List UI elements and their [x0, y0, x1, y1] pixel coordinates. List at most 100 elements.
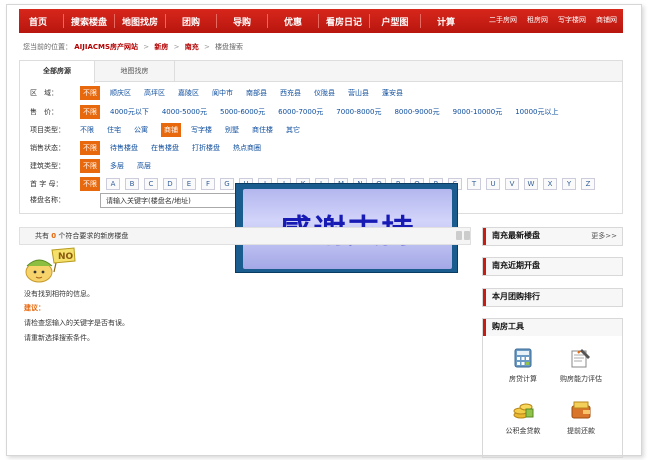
filter-option[interactable]: 嘉陵区 — [178, 88, 199, 98]
letter-option[interactable]: B — [125, 178, 139, 190]
breadcrumb-current: 楼盘搜索 — [215, 43, 244, 51]
filter-option[interactable]: 商住楼 — [252, 125, 273, 135]
filter-option[interactable]: 阆中市 — [212, 88, 233, 98]
sidebar-group-rank-title: 本月团购排行 — [483, 289, 622, 306]
no-result-mascot-icon: NO — [25, 247, 76, 283]
filter-option[interactable]: 在售楼盘 — [151, 143, 179, 153]
mascot-no-label: NO — [58, 252, 74, 262]
nav-item-5[interactable]: 优惠 — [274, 15, 312, 28]
filter-row-2: 项目类型： 不限 住宅 公寓 商铺 写字楼 别墅 商住楼 其它 — [20, 123, 313, 137]
filter-option[interactable]: 6000-7000元 — [278, 107, 323, 117]
filter-option[interactable]: 5000-6000元 — [220, 107, 265, 117]
letter-option[interactable]: A — [106, 178, 120, 190]
nav-item-4[interactable]: 导购 — [223, 15, 261, 28]
filter-option[interactable]: 别墅 — [225, 125, 239, 135]
letter-option[interactable]: W — [524, 178, 538, 190]
breadcrumb-newhouse-link[interactable]: 新房 — [154, 43, 168, 51]
filter-option[interactable]: 打折楼盘 — [192, 143, 220, 153]
filter-label: 区 域： — [30, 89, 58, 97]
filter-option[interactable]: 其它 — [286, 125, 300, 135]
sidebar-opening-box: 南充近期开盘 — [482, 257, 623, 276]
tip-1: 请检查您输入的关键字是否有误。 — [24, 319, 129, 327]
filter-option[interactable]: 不限 — [80, 159, 100, 173]
nav-item-8[interactable]: 计算 — [427, 15, 465, 28]
evaluation-icon — [571, 349, 590, 368]
sidebar-latest-box: 南充最新楼盘 更多>> — [482, 227, 623, 246]
filter-option[interactable]: 不限 — [80, 86, 100, 100]
letter-option[interactable]: V — [505, 178, 519, 190]
nav-right-link-3[interactable]: 商铺网 — [596, 15, 617, 25]
filter-option[interactable]: 蓬安县 — [382, 88, 403, 98]
letter-option[interactable]: F — [201, 178, 215, 190]
letter-option[interactable]: Y — [562, 178, 576, 190]
nav-right-link-2[interactable]: 写字楼网 — [558, 15, 586, 25]
filter-option[interactable]: 7000-8000元 — [336, 107, 381, 117]
filter-option[interactable]: 高层 — [137, 161, 151, 171]
letter-option[interactable]: U — [486, 178, 500, 190]
nav-item-2[interactable]: 地图找房 — [121, 15, 159, 28]
letter-option[interactable]: X — [543, 178, 557, 190]
tip-title: 建议： — [24, 304, 45, 312]
sidebar-latest-title: 南充最新楼盘 更多>> — [483, 228, 622, 245]
tool-ability-eval[interactable]: 购房能力评估 — [551, 347, 611, 384]
filter-option[interactable]: 住宅 — [107, 125, 121, 135]
breadcrumb-prefix: 您当前的位置： — [23, 43, 72, 51]
nav-right-link-1[interactable]: 租房网 — [527, 15, 548, 25]
breadcrumb-city-link[interactable]: 南充 — [185, 43, 199, 51]
nav-item-3[interactable]: 团购 — [172, 15, 210, 28]
nav-item-0[interactable]: 首页 — [19, 15, 57, 28]
filter-label: 项目类型： — [30, 126, 65, 134]
letter-option[interactable]: Z — [581, 178, 595, 190]
sidebar-opening-title: 南充近期开盘 — [483, 258, 622, 275]
breadcrumb: 您当前的位置： AIJIACMS房产网站 > 新房 > 南充 > 楼盘搜索 — [23, 43, 244, 51]
nav-item-6[interactable]: 看房日记 — [325, 15, 363, 28]
tool-prepayment[interactable]: 提前还款 — [551, 399, 611, 436]
letter-any-option[interactable]: 不限 — [80, 177, 100, 191]
tab-map-search[interactable]: 地图找房 — [95, 61, 175, 82]
letter-option[interactable]: T — [467, 178, 481, 190]
tab-all-listings[interactable]: 全部房源 — [20, 61, 95, 83]
nav-right-link-0[interactable]: 二手房网 — [489, 15, 517, 25]
breadcrumb-site-link[interactable]: AIJIACMS房产网站 — [74, 43, 138, 51]
filter-option[interactable]: 多层 — [110, 161, 124, 171]
filter-option[interactable]: 高坪区 — [144, 88, 165, 98]
tool-mortgage-calc[interactable]: 房贷计算 — [493, 347, 553, 384]
pager-arrows[interactable] — [456, 231, 470, 241]
filter-option[interactable]: 商铺 — [161, 123, 181, 137]
filter-option[interactable]: 4000元以下 — [110, 107, 149, 117]
filter-option[interactable]: 公寓 — [134, 125, 148, 135]
filter-option[interactable]: 营山县 — [348, 88, 369, 98]
sidebar-more-link[interactable]: 更多>> — [591, 228, 617, 244]
filter-label: 建筑类型： — [30, 162, 65, 170]
letter-option[interactable]: E — [182, 178, 196, 190]
letter-option[interactable]: D — [163, 178, 177, 190]
nav-item-1[interactable]: 搜索楼盘 — [70, 15, 108, 28]
filter-option[interactable]: 待售楼盘 — [110, 143, 138, 153]
filter-row-4: 建筑类型： 不限 多层 高层 — [20, 159, 164, 173]
sidebar-group-rank-box: 本月团购排行 — [482, 288, 623, 307]
filter-option[interactable]: 不限 — [80, 105, 100, 119]
tip-2: 请重新选择搜索条件。 — [24, 334, 94, 342]
sidebar-tools-title: 购房工具 — [483, 319, 622, 336]
results-count: 0 — [51, 232, 57, 240]
filter-option[interactable]: 8000-9000元 — [394, 107, 439, 117]
results-header: 共有 0 个符合要求的新房楼盘 — [19, 227, 471, 245]
filter-row-3: 销售状态： 不限 待售楼盘 在售楼盘 打折楼盘 热点商圈 — [20, 141, 274, 155]
filter-row-1: 售 价： 不限 4000元以下 4000-5000元 5000-6000元 6000-70… — [20, 105, 572, 119]
tool-fund-loan[interactable]: 公积金贷款 — [493, 399, 553, 436]
filter-option[interactable]: 西充县 — [280, 88, 301, 98]
letter-option[interactable]: G — [220, 178, 234, 190]
nav-item-7[interactable]: 户型图 — [376, 15, 414, 28]
letter-option[interactable]: C — [144, 178, 158, 190]
filter-option[interactable]: 不限 — [80, 141, 100, 155]
filter-option[interactable]: 4000-5000元 — [162, 107, 207, 117]
coins-icon — [513, 403, 534, 419]
filter-option[interactable]: 仪陇县 — [314, 88, 335, 98]
filter-option[interactable]: 10000元以上 — [515, 107, 558, 117]
filter-option[interactable]: 热点商圈 — [233, 143, 261, 153]
filter-option[interactable]: 不限 — [80, 125, 94, 135]
filter-option[interactable]: 写字楼 — [191, 125, 212, 135]
filter-option[interactable]: 南部县 — [246, 88, 267, 98]
filter-option[interactable]: 9000-10000元 — [453, 107, 503, 117]
filter-option[interactable]: 顺庆区 — [110, 88, 131, 98]
